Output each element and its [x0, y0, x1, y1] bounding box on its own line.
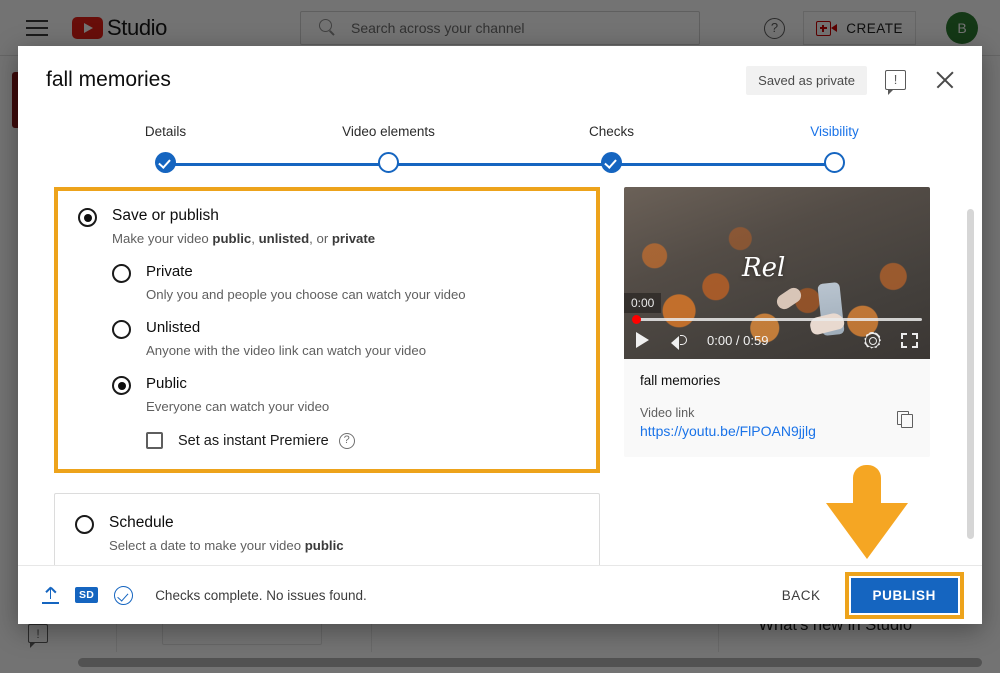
footer-status-text: Checks complete. No issues found.: [155, 587, 367, 603]
upload-dialog: fall memories Saved as private ! Details…: [18, 46, 982, 624]
thumbnail-overlay-text: Rel: [742, 253, 786, 283]
save-or-publish-label: Save or publish: [112, 207, 219, 224]
dialog-body: Save or publish Make your video public, …: [18, 187, 982, 565]
screen: Studio Search across your channel ? CREA…: [0, 0, 1000, 673]
feedback-icon[interactable]: !: [885, 70, 906, 95]
visibility-option-private[interactable]: Private Only you and people you choose c…: [112, 263, 576, 302]
back-button[interactable]: BACK: [768, 580, 835, 611]
thumbnail-figure-shoe: [774, 285, 804, 312]
visibility-option-unlisted[interactable]: Unlisted Anyone with the video link can …: [112, 319, 576, 358]
dialog-title: fall memories: [46, 68, 171, 91]
schedule-description: Select a date to make your video public: [109, 538, 579, 553]
step-checks[interactable]: Checks: [500, 114, 723, 187]
player-time-tooltip: 0:00: [624, 293, 662, 313]
save-or-publish-option[interactable]: Save or publish: [78, 207, 576, 227]
publish-highlight: PUBLISH: [844, 571, 964, 619]
instant-premiere-checkbox[interactable]: [146, 432, 163, 449]
save-or-publish-description: Make your video public, unlisted, or pri…: [112, 231, 576, 246]
public-description: Everyone can watch your video: [146, 399, 330, 414]
visibility-options-column: Save or publish Make your video public, …: [54, 187, 600, 565]
video-thumbnail[interactable]: Rel 0:00 0:00 / 0:59: [624, 187, 930, 359]
preview-video-title: fall memories: [640, 373, 721, 388]
saved-status-badge: Saved as private: [746, 65, 867, 95]
step-dot-open: [378, 152, 399, 173]
desc-private: private: [331, 231, 376, 246]
step-label: Checks: [588, 124, 634, 139]
video-link-label: Video link: [640, 406, 695, 420]
desc-sep2: , or: [309, 231, 332, 246]
close-icon[interactable]: [932, 67, 958, 93]
desc-unlisted: unlisted: [258, 231, 310, 246]
private-description: Only you and people you choose can watch…: [146, 287, 466, 302]
visibility-option-public[interactable]: Public Everyone can watch your video: [112, 375, 576, 414]
fullscreen-icon[interactable]: [901, 332, 918, 348]
help-icon[interactable]: ?: [338, 432, 355, 449]
desc-sep1: ,: [251, 231, 259, 246]
preview-info: fall memories Video link https://youtu.b…: [624, 359, 930, 457]
video-preview-column: Rel 0:00 0:00 / 0:59 fall memories Video…: [600, 187, 946, 565]
schedule-option[interactable]: Schedule: [75, 514, 579, 534]
save-or-publish-card: Save or publish Make your video public, …: [54, 187, 600, 473]
gear-icon[interactable]: [864, 332, 881, 349]
desc-public: public: [212, 231, 252, 246]
schedule-desc-bold: public: [304, 538, 344, 553]
step-label: Details: [144, 124, 187, 139]
step-label: Video elements: [342, 124, 435, 139]
step-label: Visibility: [810, 124, 859, 139]
dialog-header: fall memories Saved as private !: [18, 46, 982, 114]
step-details[interactable]: Details: [54, 114, 277, 187]
annotation-arrow-down-icon: [826, 465, 908, 561]
copy-icon[interactable]: [897, 411, 914, 430]
schedule-desc-prefix: Select a date to make your video: [109, 538, 305, 553]
save-or-publish-radio[interactable]: [78, 208, 97, 227]
sd-quality-badge: SD: [75, 587, 99, 603]
publish-button[interactable]: PUBLISH: [850, 577, 958, 613]
dialog-footer: SD Checks complete. No issues found. BAC…: [18, 565, 982, 624]
unlisted-label: Unlisted: [146, 319, 201, 336]
schedule-radio[interactable]: [75, 515, 94, 534]
step-dot-open: [824, 152, 845, 173]
private-radio[interactable]: [112, 264, 131, 283]
step-video-elements[interactable]: Video elements: [277, 114, 500, 187]
step-visibility[interactable]: Visibility: [723, 114, 946, 187]
instant-premiere-row[interactable]: Set as instant Premiere ?: [146, 432, 576, 449]
public-radio[interactable]: [112, 376, 131, 395]
upload-stepper: Details Video elements Checks Visibility: [18, 114, 982, 187]
video-preview-card: Rel 0:00 0:00 / 0:59 fall memories Video…: [624, 187, 930, 457]
play-icon[interactable]: [636, 332, 649, 348]
private-label: Private: [146, 263, 193, 280]
step-dot-done: [601, 152, 622, 173]
player-controls: 0:00 / 0:59: [624, 321, 930, 359]
player-time-display: 0:00 / 0:59: [707, 332, 769, 348]
instant-premiere-label: Set as instant Premiere: [178, 432, 329, 449]
unlisted-description: Anyone with the video link can watch you…: [146, 343, 427, 358]
schedule-label: Schedule: [109, 514, 174, 531]
video-link-url[interactable]: https://youtu.be/FlPOAN9jjlg: [640, 423, 916, 439]
desc-prefix: Make your video: [112, 231, 213, 246]
public-label: Public: [146, 375, 187, 392]
unlisted-radio[interactable]: [112, 320, 131, 339]
dialog-scrollbar[interactable]: [967, 209, 974, 539]
checks-complete-icon: [114, 585, 134, 605]
visibility-sub-options: Private Only you and people you choose c…: [112, 263, 576, 449]
volume-icon[interactable]: [671, 332, 689, 350]
schedule-card[interactable]: Schedule Select a date to make your vide…: [54, 493, 600, 565]
step-dot-done: [155, 152, 176, 173]
upload-icon[interactable]: [42, 586, 59, 604]
